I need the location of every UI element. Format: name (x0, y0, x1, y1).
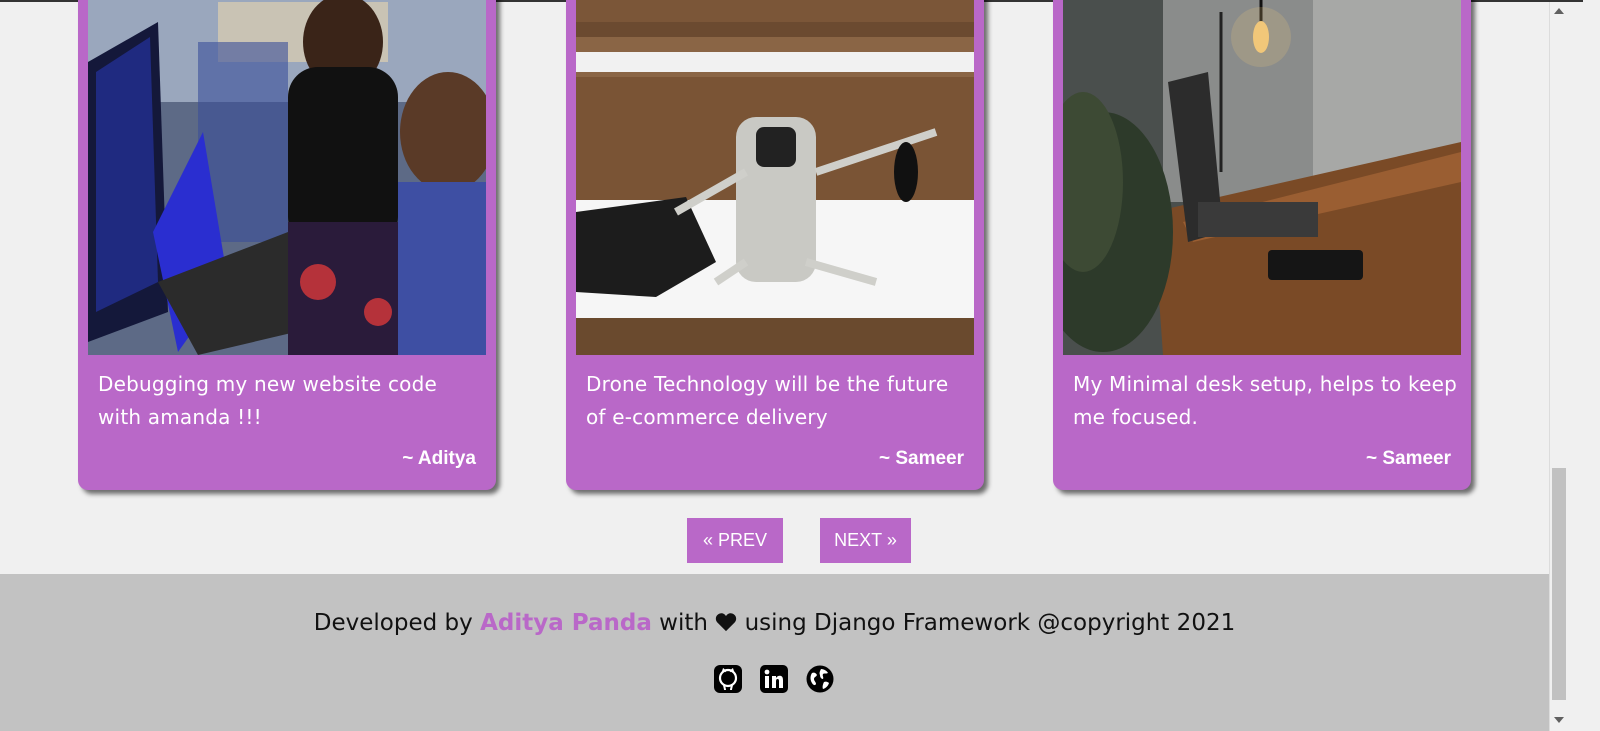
scroll-down-arrow-icon[interactable] (1554, 717, 1564, 723)
post-author: ~ Aditya (402, 448, 476, 469)
developer-name-link[interactable]: Aditya Panda (480, 610, 652, 636)
post-caption: Drone Technology will be the future of e… (586, 372, 949, 429)
scroll-up-arrow-icon[interactable] (1554, 8, 1564, 14)
next-page-button[interactable]: NEXT » (820, 518, 911, 563)
heart-icon (715, 612, 737, 638)
linkedin-icon[interactable] (759, 664, 789, 694)
post-card[interactable]: Debugging my new website code with amand… (78, 0, 496, 490)
post-image (88, 0, 486, 355)
post-caption: My Minimal desk setup, helps to keep me … (1073, 372, 1457, 429)
prev-page-button[interactable]: « PREV (687, 518, 783, 563)
globe-icon[interactable] (805, 664, 835, 694)
post-card[interactable]: My Minimal desk setup, helps to keep me … (1053, 0, 1471, 490)
footer: Developed by Aditya Panda with using Dja… (0, 574, 1549, 731)
page-scrollbar[interactable] (1549, 2, 1568, 731)
post-image (576, 0, 974, 355)
page: Debugging my new website code with amand… (0, 0, 1583, 731)
post-author: ~ Sameer (1365, 448, 1451, 469)
footer-suffix: using Django Framework @copyright 2021 (744, 610, 1236, 636)
footer-with: with (659, 610, 708, 636)
footer-credit: Developed by Aditya Panda with using Dja… (0, 610, 1549, 638)
post-card[interactable]: Drone Technology will be the future of e… (566, 0, 984, 490)
post-image (1063, 0, 1461, 355)
footer-prefix: Developed by (313, 610, 473, 636)
github-icon[interactable] (713, 664, 743, 694)
scroll-thumb[interactable] (1552, 468, 1566, 700)
post-author: ~ Sameer (878, 448, 964, 469)
post-caption: Debugging my new website code with amand… (98, 372, 437, 429)
